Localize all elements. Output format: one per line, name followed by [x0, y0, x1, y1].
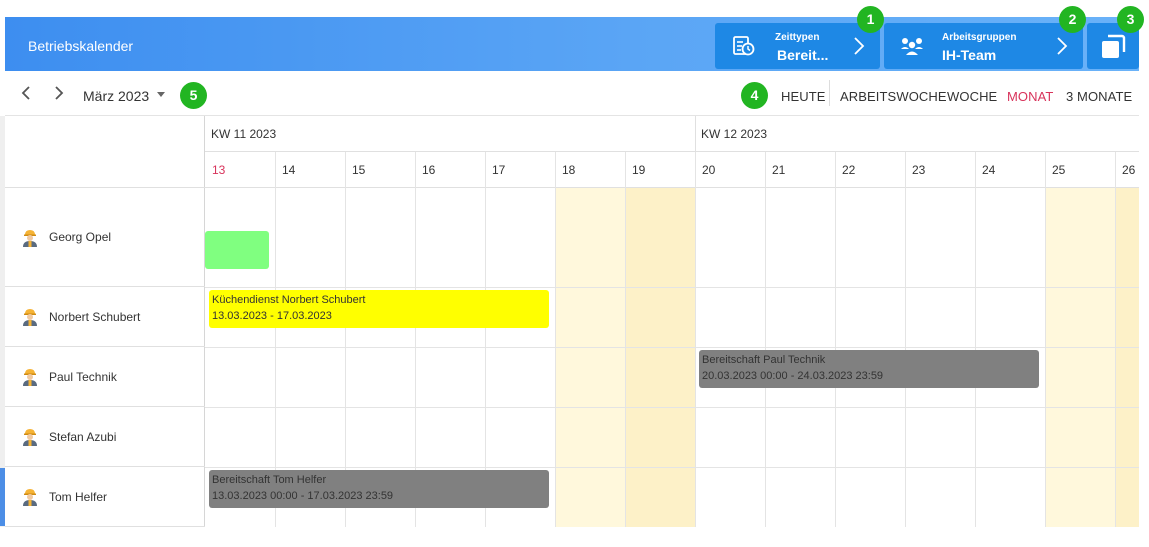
- day-header[interactable]: 20: [695, 152, 765, 188]
- event-range: 13.03.2023 - 17.03.2023: [212, 310, 332, 322]
- timetype-icon: [733, 36, 755, 56]
- row-line: [205, 347, 1139, 348]
- grid-line: [905, 152, 906, 527]
- worker-icon: [23, 429, 37, 446]
- event-title: Bereitschaft Paul Technik: [702, 354, 826, 366]
- event-title: Bereitschaft Tom Helfer: [212, 474, 327, 486]
- day-header[interactable]: 18: [555, 152, 625, 188]
- day-header[interactable]: 13: [205, 152, 275, 188]
- row-line: [205, 287, 1139, 288]
- view-heute-button[interactable]: HEUTE: [781, 89, 826, 104]
- event-bereitschaft-tom[interactable]: Bereitschaft Tom Helfer 13.03.2023 00:00 …: [209, 470, 549, 508]
- app-title: Betriebskalender: [28, 38, 134, 54]
- callout-badge-5: 5: [180, 82, 207, 109]
- event-range: 20.03.2023 00:00 - 24.03.2023 23:59: [702, 370, 884, 382]
- resource-row-selected[interactable]: Tom Helfer: [0, 468, 205, 527]
- resource-header: [5, 116, 205, 188]
- day-header[interactable]: 22: [835, 152, 905, 188]
- grid-line: [835, 152, 836, 527]
- day-header[interactable]: 14: [275, 152, 345, 188]
- view-monat-button[interactable]: MONAT: [1007, 89, 1053, 104]
- worker-icon: [23, 489, 37, 506]
- resource-row[interactable]: Georg Opel: [5, 188, 205, 287]
- timeline-grid: KW 11 2023 KW 12 2023 13 14 15 16 17 18 19 20 21…: [205, 116, 1139, 527]
- chevron-left-icon[interactable]: [18, 84, 34, 102]
- workgroup-icon: [901, 38, 923, 55]
- app-root: Betriebskalender Zeittypen Bereit... Arb…: [0, 0, 1149, 547]
- callout-badge-4: 4: [741, 82, 768, 109]
- view-arbeitswoche-button[interactable]: ARBEITSWOCHE: [840, 89, 947, 104]
- grid-line: [1115, 152, 1116, 527]
- grid-line: [555, 152, 556, 527]
- row-line: [205, 407, 1139, 408]
- zeittypen-value: Bereit...: [777, 47, 829, 63]
- chevron-right-icon[interactable]: [51, 84, 67, 102]
- resource-row[interactable]: Paul Technik: [5, 348, 205, 407]
- weekend-column: [555, 188, 625, 527]
- callout-badge-3: 3: [1117, 6, 1144, 33]
- resource-name: Stefan Azubi: [49, 430, 117, 444]
- grid-line: [625, 152, 626, 527]
- resource-name: Norbert Schubert: [49, 310, 141, 324]
- event-title: Küchendienst Norbert Schubert: [212, 294, 366, 306]
- zeittypen-button[interactable]: Zeittypen Bereit...: [715, 23, 880, 69]
- day-header[interactable]: 24: [975, 152, 1045, 188]
- day-header[interactable]: 17: [485, 152, 555, 188]
- weekend-column: [1045, 188, 1115, 527]
- resource-row[interactable]: Norbert Schubert: [5, 288, 205, 347]
- worker-icon: [23, 369, 37, 386]
- toolbar-divider: [829, 80, 830, 106]
- resource-name: Tom Helfer: [49, 490, 108, 504]
- weekend-column: [1115, 188, 1139, 527]
- worker-icon: [23, 309, 37, 326]
- copy-icon: [1102, 34, 1126, 58]
- zeittypen-label: Zeittypen: [775, 32, 820, 43]
- resource-name: Paul Technik: [49, 370, 117, 384]
- calendar-toolbar: März 2023 HEUTE ARBEITSWOCHE WOCHE MONAT…: [5, 71, 1139, 116]
- event-bereitschaft-paul[interactable]: Bereitschaft Paul Technik 20.03.2023 00:0…: [699, 350, 1039, 388]
- event-georg-block[interactable]: [205, 231, 269, 269]
- callout-badge-2: 2: [1059, 6, 1086, 33]
- grid-line: [765, 152, 766, 527]
- row-line: [205, 467, 1139, 468]
- week-header: KW 11 2023: [205, 116, 695, 152]
- day-header[interactable]: 16: [415, 152, 485, 188]
- event-kuechendienst[interactable]: Küchendienst Norbert Schubert 13.03.2023 …: [209, 290, 549, 328]
- resource-column: Georg Opel Norbert Schubert Paul Technik…: [0, 116, 205, 527]
- caret-down-icon[interactable]: [157, 92, 165, 97]
- day-header[interactable]: 25: [1045, 152, 1115, 188]
- arbeitsgruppen-value: IH-Team: [942, 47, 997, 63]
- event-range: 13.03.2023 00:00 - 17.03.2023 23:59: [212, 490, 394, 502]
- weekend-column: [625, 188, 695, 527]
- grid-line: [975, 152, 976, 527]
- grid-line: [1045, 152, 1046, 527]
- callout-badge-1: 1: [857, 6, 884, 33]
- selection-marker: [0, 468, 5, 526]
- chevron-right-icon: [854, 37, 865, 55]
- header-bar: Betriebskalender Zeittypen Bereit... Arb…: [5, 17, 1139, 71]
- month-selector[interactable]: März 2023: [83, 88, 149, 104]
- worker-icon: [23, 230, 37, 247]
- view-woche-button[interactable]: WOCHE: [947, 89, 997, 104]
- resource-name: Georg Opel: [49, 230, 112, 244]
- day-header[interactable]: 26: [1115, 152, 1139, 188]
- arbeitsgruppen-button[interactable]: Arbeitsgruppen IH-Team: [884, 23, 1083, 69]
- day-header[interactable]: 21: [765, 152, 835, 188]
- resource-row[interactable]: Stefan Azubi: [5, 408, 205, 467]
- week-header: KW 12 2023: [695, 116, 1139, 152]
- day-header[interactable]: 19: [625, 152, 695, 188]
- arbeitsgruppen-label: Arbeitsgruppen: [942, 32, 1017, 43]
- grid-line: [695, 152, 696, 527]
- day-header[interactable]: 23: [905, 152, 975, 188]
- view-3-monate-button[interactable]: 3 MONATE: [1066, 89, 1132, 104]
- day-header[interactable]: 15: [345, 152, 415, 188]
- chevron-right-icon: [1057, 37, 1068, 55]
